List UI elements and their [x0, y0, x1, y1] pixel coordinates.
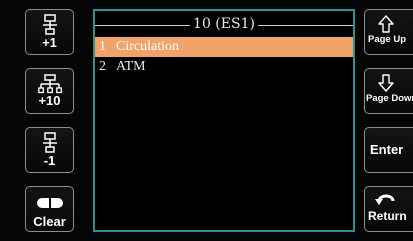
arrow-up-icon: [378, 15, 394, 33]
minus-one-label: -1: [43, 153, 56, 168]
clear-button[interactable]: Clear: [25, 186, 74, 232]
plus-ten-button[interactable]: +10: [25, 68, 74, 114]
menu-item-number: 2: [99, 59, 106, 74]
plus-one-button[interactable]: +1: [25, 9, 74, 55]
arrow-down-icon: [378, 74, 394, 92]
clear-label: Clear: [33, 214, 66, 229]
menu-screen: 10 (ES1) 1 Circulation 2 ATM: [93, 9, 355, 232]
clear-icon: [36, 197, 63, 209]
plus-ten-label: +10: [38, 93, 61, 108]
tree-add-ten-icon: [37, 74, 62, 94]
tree-minus-one-icon: [42, 132, 57, 153]
page-down-button[interactable]: Page Down: [364, 68, 413, 114]
enter-button[interactable]: Enter: [364, 127, 413, 173]
tree-add-one-icon: [42, 14, 57, 35]
return-icon: [375, 194, 395, 205]
page-up-label: Page Up: [368, 34, 407, 45]
header-dash-left: [95, 24, 191, 26]
header-dash-right: [257, 24, 353, 26]
page-up-button[interactable]: Page Up: [364, 9, 413, 55]
screen-header: 10 (ES1): [95, 11, 353, 37]
menu-item-label: ATM: [116, 59, 146, 74]
return-button[interactable]: Return: [364, 186, 413, 232]
minus-one-button[interactable]: -1: [25, 127, 74, 173]
return-label: Return: [368, 209, 407, 223]
enter-label: Enter: [370, 142, 404, 157]
menu-item-label: Circulation: [116, 39, 179, 54]
menu-item-atm[interactable]: 2 ATM: [95, 57, 353, 77]
menu-item-circulation[interactable]: 1 Circulation: [95, 37, 353, 57]
page-down-label: Page Down: [366, 93, 413, 104]
menu-item-number: 1: [99, 39, 106, 54]
screen-title: 10 (ES1): [193, 16, 255, 32]
plus-one-label: +1: [42, 35, 57, 50]
